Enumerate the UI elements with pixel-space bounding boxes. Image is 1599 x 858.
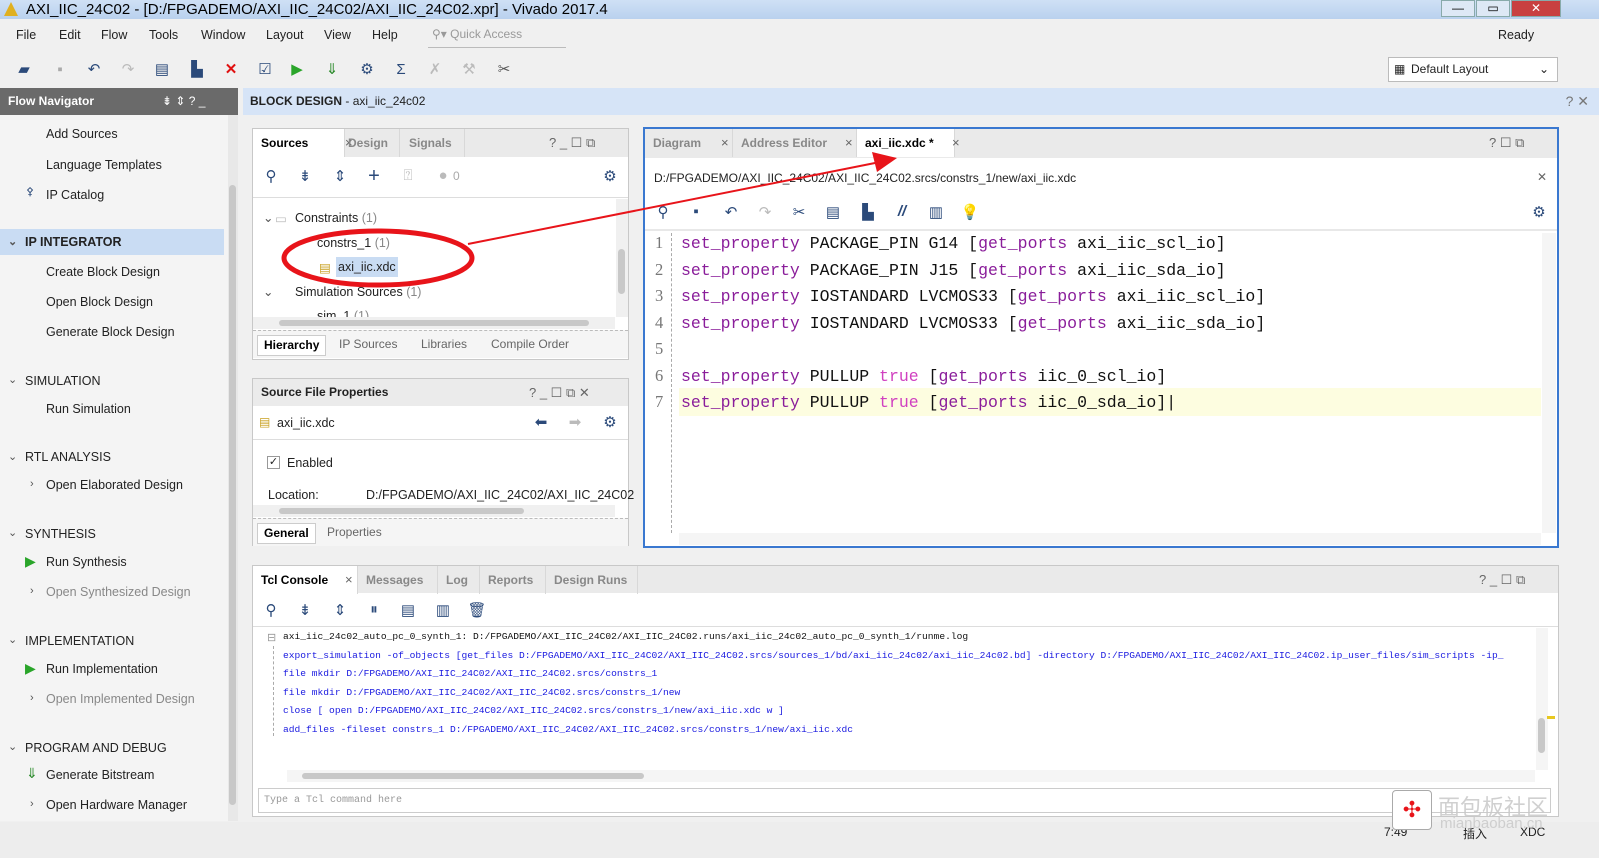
- annotation-arrow-head: [872, 152, 897, 172]
- status-bar: 7:49 插入 XDC: [0, 822, 1599, 858]
- annotation-ellipse: [281, 228, 475, 288]
- annotation-overlay: [281, 152, 897, 288]
- watermark-logo-icon: ✣: [1392, 790, 1432, 830]
- annotation-arrow-line: [467, 161, 881, 245]
- watermark-url: mianbaoban.cn: [1440, 815, 1543, 832]
